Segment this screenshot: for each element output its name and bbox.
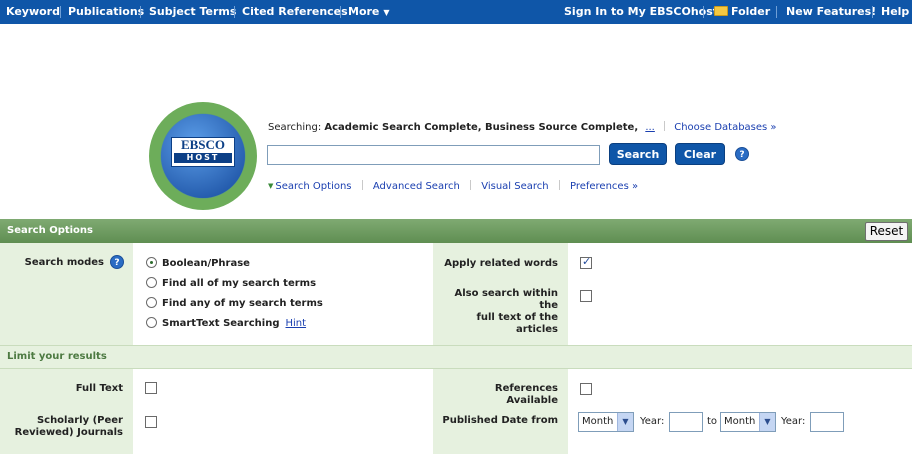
month-to-value: Month [724, 416, 756, 427]
mode-find-any[interactable]: Find any of my search terms [146, 297, 323, 309]
dropdown-arrow-icon: ▼ [759, 413, 775, 431]
radio-unselected[interactable] [146, 317, 157, 328]
nav-more[interactable]: More ▼ [348, 0, 390, 24]
mode-label: Find any of my search terms [162, 298, 323, 309]
scholarly-line1: Scholarly (Peer [36, 415, 123, 426]
search-options-header: Search Options [0, 219, 912, 243]
ebsco-host-logo[interactable]: EBSCO HOST [149, 102, 257, 210]
reset-button[interactable]: Reset [865, 222, 908, 241]
nav-separator [703, 6, 704, 18]
nav-keyword[interactable]: Keyword [6, 0, 60, 24]
month-from-select[interactable]: Month ▼ [578, 412, 634, 432]
dropdown-arrow-icon: ▼ [617, 413, 633, 431]
nav-separator [234, 6, 235, 18]
mode-label: SmartText Searching [162, 318, 280, 329]
nav-new-features[interactable]: New Features! [786, 0, 876, 24]
mode-label: Boolean/Phrase [162, 258, 250, 269]
folder-icon [714, 6, 728, 16]
radio-unselected[interactable] [146, 297, 157, 308]
label-column-left-limits [0, 369, 133, 454]
fulltext-within-checkbox[interactable] [580, 290, 592, 302]
more-databases-link[interactable]: ... [645, 122, 655, 133]
search-help-icon[interactable]: ? [735, 147, 749, 161]
search-input[interactable] [267, 145, 600, 165]
full-text-label: Full Text [75, 383, 123, 394]
link-separator [664, 121, 666, 131]
month-to-select[interactable]: Month ▼ [720, 412, 776, 432]
preferences-link[interactable]: Preferences » [570, 181, 638, 192]
apply-related-words-checkbox[interactable] [580, 255, 592, 269]
references-available-label: References Available [494, 383, 558, 406]
link-separator [558, 180, 560, 190]
chevron-down-icon: ▼ [383, 8, 390, 17]
nav-separator [60, 6, 61, 18]
mode-find-all[interactable]: Find all of my search terms [146, 277, 316, 289]
triangle-down-icon: ▼ [268, 182, 274, 190]
nav-more-label: More [348, 5, 380, 18]
search-options-toggle[interactable]: ▼ Search Options [268, 181, 352, 192]
radio-unselected[interactable] [146, 277, 157, 288]
logo-wordmark: EBSCO HOST [171, 137, 235, 167]
scholarly-journals-label: Scholarly (Peer Reviewed) Journals [6, 415, 123, 439]
label-column-right-limits [433, 369, 568, 454]
apply-related-words-label: Apply related words [444, 258, 558, 269]
year-from-label: Year: [640, 416, 665, 427]
smarttext-hint-link[interactable]: Hint [286, 318, 307, 329]
fulltext-within-line2: full text of the articles [476, 312, 558, 335]
references-available-checkbox[interactable] [580, 383, 592, 395]
nav-separator [872, 6, 873, 18]
searching-label: Searching: [268, 122, 322, 133]
radio-selected[interactable] [146, 257, 157, 268]
search-modes-label: Search modes [24, 257, 104, 268]
nav-sign-in[interactable]: Sign In to My EBSCOhost [564, 0, 718, 24]
search-links-row: ▼ Search Options Advanced Search Visual S… [268, 180, 638, 192]
nav-help[interactable]: Help [881, 0, 909, 24]
logo-line-host: HOST [174, 153, 232, 163]
mode-label: Find all of my search terms [162, 278, 317, 289]
year-to-input[interactable] [810, 412, 844, 432]
year-from-input[interactable] [669, 412, 703, 432]
full-text-checkbox[interactable] [145, 382, 157, 394]
search-button[interactable]: Search [609, 143, 667, 165]
fulltext-within-line1: Also search within the [454, 288, 558, 311]
month-from-value: Month [582, 416, 614, 427]
scholarly-journals-checkbox[interactable] [145, 416, 157, 428]
nav-folder[interactable]: Folder [714, 0, 770, 24]
published-date-label: Published Date from [442, 415, 558, 426]
search-options-label: Search Options [275, 181, 352, 192]
scholarly-line2: Reviewed) Journals [14, 427, 123, 438]
clear-button[interactable]: Clear [675, 143, 725, 165]
nav-publications[interactable]: Publications [68, 0, 144, 24]
choose-databases-link[interactable]: Choose Databases » [674, 122, 776, 133]
nav-subject-terms[interactable]: Subject Terms [149, 0, 236, 24]
searching-databases-line: Searching: Academic Search Complete, Bus… [268, 121, 777, 133]
fulltext-within-label: Also search within the full text of the … [436, 288, 558, 336]
to-label: to [707, 416, 718, 427]
advanced-search-link[interactable]: Advanced Search [373, 181, 460, 192]
limit-results-header: Limit your results [0, 345, 912, 369]
mode-boolean-phrase[interactable]: Boolean/Phrase [146, 257, 250, 269]
visual-search-link[interactable]: Visual Search [481, 181, 548, 192]
logo-line-ebsco: EBSCO [180, 137, 226, 152]
top-nav-bar: Keyword Publications Subject Terms Cited… [0, 0, 912, 24]
nav-cited-references[interactable]: Cited References [242, 0, 348, 24]
selected-databases: Academic Search Complete, Business Sourc… [324, 122, 639, 133]
year-to-label: Year: [781, 416, 806, 427]
nav-separator [140, 6, 141, 18]
link-separator [470, 180, 472, 190]
search-modes-help-icon[interactable]: ? [110, 255, 124, 269]
nav-separator [776, 6, 777, 18]
nav-folder-label: Folder [731, 5, 771, 18]
nav-separator [340, 6, 341, 18]
link-separator [361, 180, 363, 190]
mode-smarttext[interactable]: SmartText Searching Hint [146, 317, 306, 329]
